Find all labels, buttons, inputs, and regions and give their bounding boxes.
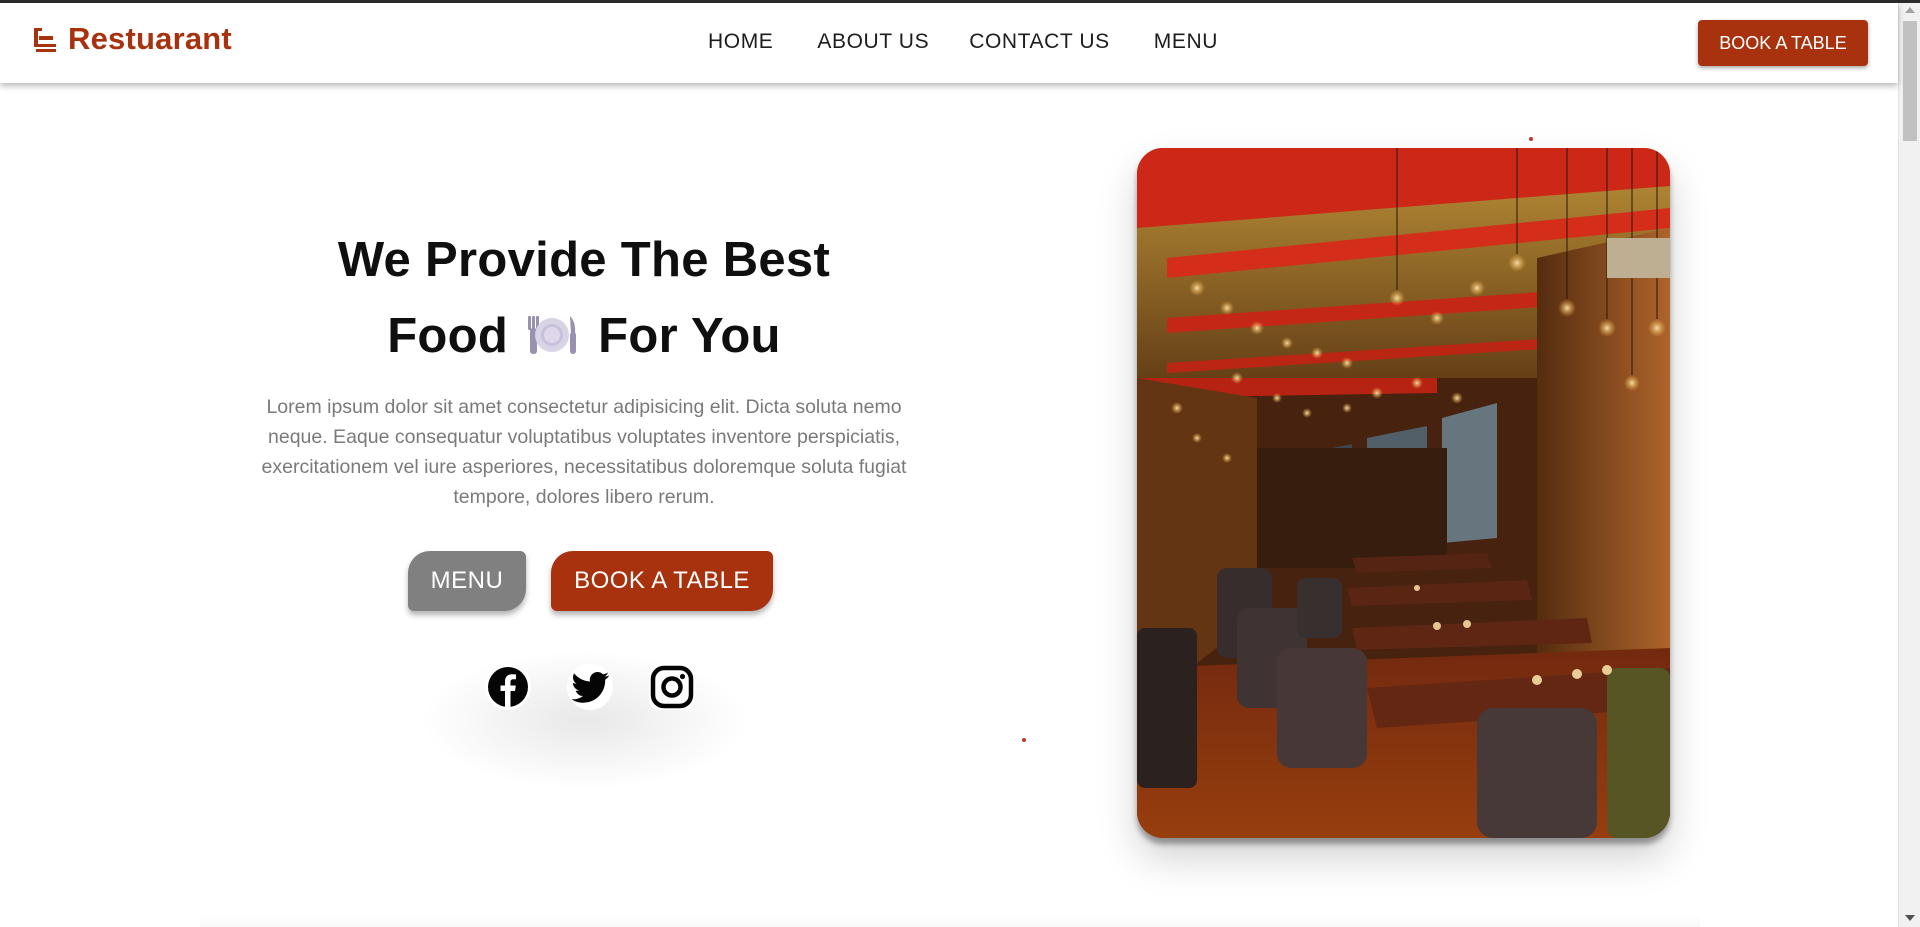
hero-description: Lorem ipsum dolor sit amet consectetur a… <box>261 396 907 508</box>
hero-title-word-for-you: For You <box>598 309 781 363</box>
chef-hat-icon <box>32 25 58 53</box>
nav-menu[interactable]: MENU <box>1154 29 1218 55</box>
site-header: Restuarant HOME ABOUT US CONTACT US MENU… <box>0 3 1898 83</box>
main-nav: HOME ABOUT US CONTACT US MENU <box>708 29 1262 55</box>
scroll-down-arrow-icon[interactable] <box>1905 915 1915 921</box>
nav-about-us[interactable]: ABOUT US <box>817 29 929 55</box>
brand-name: Restuarant <box>68 21 232 56</box>
hero-title-word-food: Food <box>387 309 509 363</box>
menu-button[interactable]: MENU <box>408 551 526 611</box>
plate-fork-knife-icon <box>526 302 578 354</box>
twitter-icon[interactable] <box>566 663 614 711</box>
decorative-dot <box>1529 137 1533 141</box>
section-divider <box>200 915 1700 927</box>
brand-logo[interactable]: Restuarant <box>32 21 232 57</box>
nav-contact-us[interactable]: CONTACT US <box>969 29 1110 55</box>
page-scrollbar[interactable] <box>1898 3 1920 927</box>
scroll-thumb[interactable] <box>1903 21 1917 141</box>
restaurant-interior-photo <box>1137 148 1670 838</box>
book-table-button[interactable]: BOOK A TABLE <box>551 551 773 611</box>
hero-title-line1: We Provide The Best <box>337 233 831 287</box>
facebook-icon[interactable] <box>484 663 532 711</box>
header-book-table-button[interactable]: BOOK A TABLE <box>1698 20 1868 66</box>
nav-home[interactable]: HOME <box>708 29 773 55</box>
scroll-up-arrow-icon[interactable] <box>1905 7 1915 13</box>
hero-title: We Provide The Best Food For You <box>230 222 938 374</box>
decorative-dot <box>1022 738 1026 742</box>
instagram-icon[interactable] <box>648 663 696 711</box>
